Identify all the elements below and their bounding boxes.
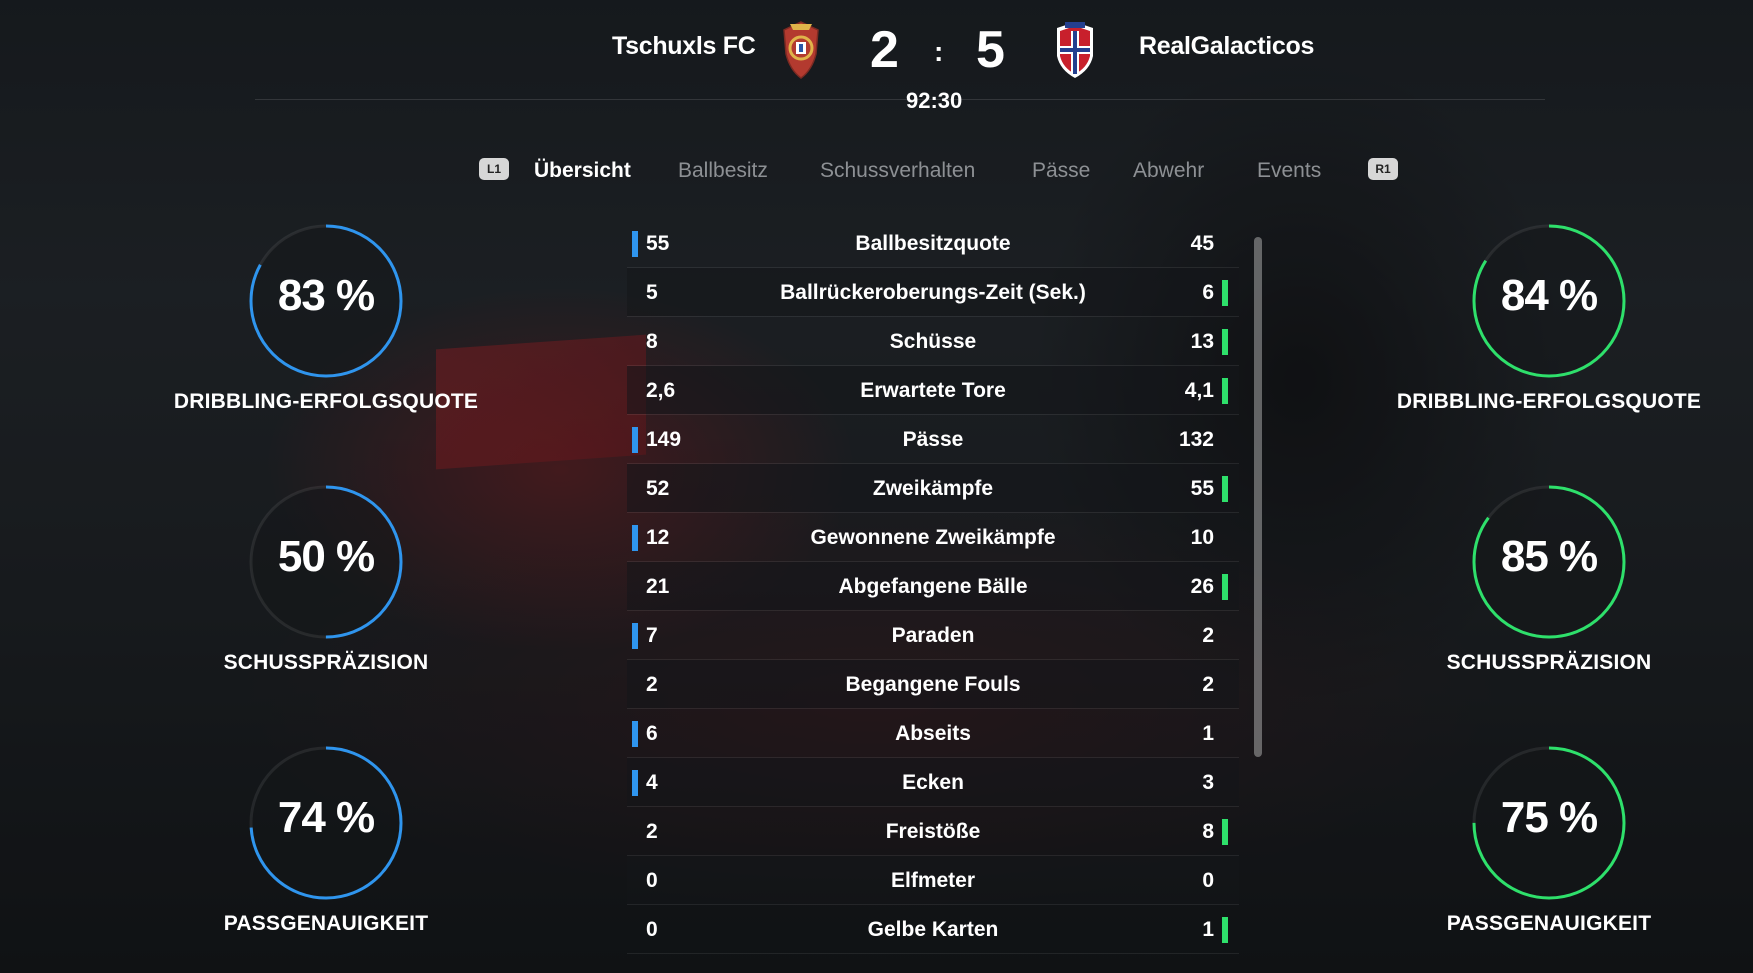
away-pass-accuracy-label: PASSGENAUIGKEIT	[1446, 912, 1652, 935]
stat-name: Ballbesitzquote	[855, 232, 1011, 255]
score-separator: :	[934, 36, 944, 67]
home-score: 2	[870, 21, 899, 79]
stat-name: Abgefangene Bälle	[838, 575, 1028, 598]
tab-ballbesitz[interactable]: Ballbesitz	[678, 159, 768, 183]
stat-name: Ballrückeroberungs-Zeit (Sek.)	[780, 281, 1086, 304]
header-divider	[255, 99, 1545, 100]
stat-away-value: 3	[1202, 771, 1214, 794]
away-dribbling-value: 84 %	[1500, 271, 1598, 320]
away-pass-accuracy-value: 75 %	[1500, 793, 1598, 842]
home-pass-accuracy-label: PASSGENAUIGKEIT	[223, 912, 429, 935]
away-shot-accuracy-label: SCHUSSPRÄZISION	[1446, 651, 1652, 674]
stat-name: Paraden	[891, 624, 975, 647]
home-shot-accuracy-gauge: 50 %	[246, 482, 406, 642]
stat-away-value: 1	[1202, 722, 1214, 745]
stat-away-value: 10	[1190, 526, 1214, 549]
stat-name: Elfmeter	[890, 869, 976, 892]
stat-row: 149 Pässe 132	[627, 415, 1239, 464]
stat-away-value: 4,1	[1184, 379, 1214, 402]
stat-row: 8 Schüsse 13	[627, 317, 1239, 366]
home-dribbling-value: 83 %	[277, 271, 375, 320]
stat-row: 2,6 Erwartete Tore 4,1	[627, 366, 1239, 415]
stat-away-value: 2	[1202, 624, 1214, 647]
home-dribbling-gauge: 83 %	[246, 221, 406, 381]
stat-row: 55 Ballbesitzquote 45	[627, 219, 1239, 268]
away-team-crest-icon	[1057, 22, 1093, 78]
stat-row: 0 Elfmeter 0	[627, 856, 1239, 905]
stat-away-value: 0	[1202, 869, 1214, 892]
tab-paesse[interactable]: Pässe	[1032, 159, 1090, 183]
stats-scrollbar[interactable]	[1254, 237, 1262, 757]
stat-row: 12 Gewonnene Zweikämpfe 10	[627, 513, 1239, 562]
home-shot-accuracy-label: SCHUSSPRÄZISION	[223, 651, 429, 674]
away-team-name: RealGalacticos	[1139, 32, 1315, 60]
stat-name: Abseits	[895, 722, 971, 745]
stat-away-value: 2	[1202, 673, 1214, 696]
stat-away-value: 1	[1202, 918, 1214, 941]
home-dribbling-label: DRIBBLING-ERFOLGSQUOTE	[173, 390, 479, 413]
stat-row: 21 Abgefangene Bälle 26	[627, 562, 1239, 611]
away-shot-accuracy-gauge: 85 %	[1469, 482, 1629, 642]
stat-name: Pässe	[902, 428, 964, 451]
stat-away-value: 6	[1202, 281, 1214, 304]
stat-row: 52 Zweikämpfe 55	[627, 464, 1239, 513]
tab-events[interactable]: Events	[1257, 159, 1321, 183]
stat-away-value: 132	[1178, 428, 1214, 451]
stat-row: 6 Abseits 1	[627, 709, 1239, 758]
home-shot-accuracy-value: 50 %	[277, 532, 375, 581]
away-score: 5	[976, 21, 1005, 79]
stat-row: 2 Begangene Fouls 2	[627, 660, 1239, 709]
stat-name: Gewonnene Zweikämpfe	[810, 526, 1056, 549]
stat-name: Schüsse	[889, 330, 977, 353]
stat-away-value: 13	[1190, 330, 1214, 353]
stat-away-value: 26	[1190, 575, 1214, 598]
stat-away-value: 45	[1190, 232, 1214, 255]
away-pass-accuracy-gauge: 75 %	[1469, 743, 1629, 903]
stat-row: 4 Ecken 3	[627, 758, 1239, 807]
r1-button-icon[interactable]: R1	[1368, 158, 1398, 180]
l1-button-icon[interactable]: L1	[479, 158, 509, 180]
away-shot-accuracy-value: 85 %	[1500, 532, 1598, 581]
stat-row-divider	[627, 953, 1239, 954]
home-team-name: Tschuxls FC	[612, 32, 756, 60]
tab-uebersicht[interactable]: Übersicht	[534, 159, 631, 183]
match-clock: 92:30	[906, 88, 963, 113]
stat-row: 0 Gelbe Karten 1	[627, 905, 1239, 954]
stat-away-value: 55	[1190, 477, 1214, 500]
away-dribbling-gauge: 84 %	[1469, 221, 1629, 381]
stat-name: Zweikämpfe	[872, 477, 994, 500]
stat-name: Ecken	[902, 771, 964, 794]
away-dribbling-label: DRIBBLING-ERFOLGSQUOTE	[1396, 390, 1702, 413]
tab-schussverhalten[interactable]: Schussverhalten	[820, 159, 975, 183]
stat-row: 7 Paraden 2	[627, 611, 1239, 660]
home-pass-accuracy-gauge: 74 %	[246, 743, 406, 903]
stat-name: Erwartete Tore	[860, 379, 1006, 402]
stat-name: Freistöße	[885, 820, 981, 843]
home-pass-accuracy-value: 74 %	[277, 793, 375, 842]
stat-name: Gelbe Karten	[867, 918, 999, 941]
stat-name: Begangene Fouls	[845, 673, 1021, 696]
tab-abwehr[interactable]: Abwehr	[1133, 159, 1204, 183]
stat-row: 2 Freistöße 8	[627, 807, 1239, 856]
stat-row: 5 Ballrückeroberungs-Zeit (Sek.) 6	[627, 268, 1239, 317]
home-team-crest-icon	[783, 21, 819, 79]
stat-away-value: 8	[1202, 820, 1214, 843]
